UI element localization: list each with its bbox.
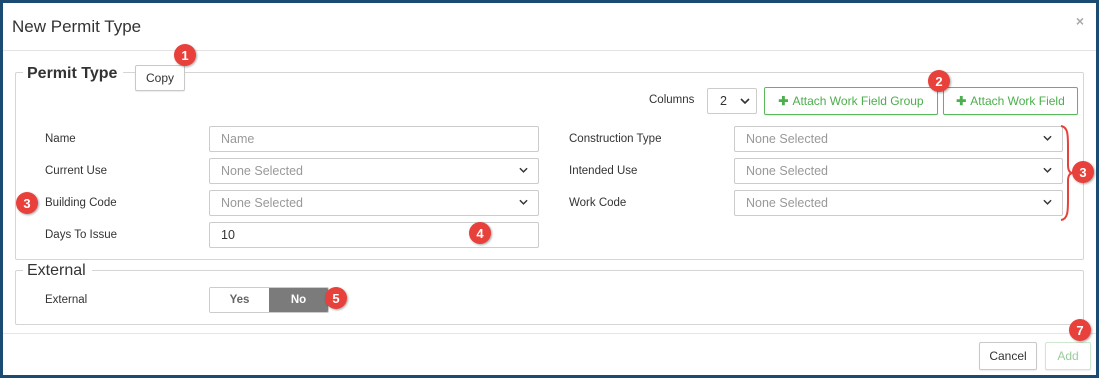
close-icon[interactable]: × bbox=[1076, 13, 1084, 29]
external-legend: External bbox=[23, 262, 92, 280]
callout-badge-5: 5 bbox=[325, 287, 347, 309]
chevron-down-icon bbox=[519, 167, 528, 173]
plus-icon: ✚ bbox=[956, 94, 967, 108]
external-no-option[interactable]: No bbox=[269, 288, 328, 312]
permit-type-legend: Permit Type bbox=[23, 65, 124, 83]
construction-type-select[interactable]: None Selected bbox=[734, 126, 1063, 152]
cancel-button[interactable]: Cancel bbox=[979, 342, 1037, 370]
attach-work-field-button[interactable]: ✚ Attach Work Field bbox=[943, 87, 1078, 115]
attach-work-field-group-button[interactable]: ✚ Attach Work Field Group bbox=[764, 87, 938, 115]
work-code-label: Work Code bbox=[569, 197, 627, 209]
intended-use-value: None Selected bbox=[746, 164, 829, 178]
attach-group-label: Attach Work Field Group bbox=[792, 94, 924, 108]
callout-badge-3-right: 3 bbox=[1072, 161, 1094, 183]
chevron-down-icon bbox=[1043, 199, 1052, 205]
name-label: Name bbox=[45, 133, 76, 145]
external-toggle[interactable]: Yes No bbox=[209, 287, 329, 313]
copy-button[interactable]: Copy bbox=[135, 65, 185, 91]
chevron-down-icon bbox=[1043, 135, 1052, 141]
add-button[interactable]: Add bbox=[1045, 342, 1091, 370]
dialog-header: New Permit Type × bbox=[3, 3, 1096, 51]
external-label: External bbox=[45, 294, 88, 306]
construction-type-label: Construction Type bbox=[569, 133, 662, 145]
name-placeholder: Name bbox=[221, 132, 255, 146]
columns-value: 2 bbox=[720, 94, 727, 108]
dialog-title: New Permit Type bbox=[12, 17, 142, 36]
building-code-select[interactable]: None Selected bbox=[209, 190, 539, 216]
external-yes-option[interactable]: Yes bbox=[210, 288, 269, 312]
current-use-select[interactable]: None Selected bbox=[209, 158, 539, 184]
current-use-label: Current Use bbox=[45, 165, 107, 177]
building-code-value: None Selected bbox=[221, 196, 304, 210]
work-code-value: None Selected bbox=[746, 196, 829, 210]
callout-badge-7: 7 bbox=[1069, 319, 1091, 341]
current-use-value: None Selected bbox=[221, 164, 304, 178]
callout-badge-3-left: 3 bbox=[16, 192, 38, 214]
columns-label: Columns bbox=[649, 94, 695, 106]
chevron-down-icon bbox=[740, 98, 750, 105]
intended-use-label: Intended Use bbox=[569, 165, 638, 177]
callout-badge-2: 2 bbox=[928, 70, 950, 92]
work-code-select[interactable]: None Selected bbox=[734, 190, 1063, 216]
footer-divider bbox=[3, 333, 1096, 334]
external-section bbox=[15, 270, 1084, 325]
callout-badge-4: 4 bbox=[469, 222, 491, 244]
attach-field-label: Attach Work Field bbox=[970, 94, 1065, 108]
days-to-issue-value: 10 bbox=[221, 228, 235, 242]
callout-badge-1: 1 bbox=[174, 44, 196, 66]
name-input[interactable]: Name bbox=[209, 126, 539, 152]
plus-icon: ✚ bbox=[778, 94, 789, 108]
chevron-down-icon bbox=[1043, 167, 1052, 173]
days-to-issue-label: Days To Issue bbox=[45, 229, 118, 241]
intended-use-select[interactable]: None Selected bbox=[734, 158, 1063, 184]
columns-select[interactable]: 2 bbox=[707, 88, 757, 114]
dialog-frame: New Permit Type × Permit Type Copy Colum… bbox=[0, 0, 1099, 378]
construction-type-value: None Selected bbox=[746, 132, 829, 146]
building-code-label: Building Code bbox=[45, 197, 117, 209]
chevron-down-icon bbox=[519, 199, 528, 205]
